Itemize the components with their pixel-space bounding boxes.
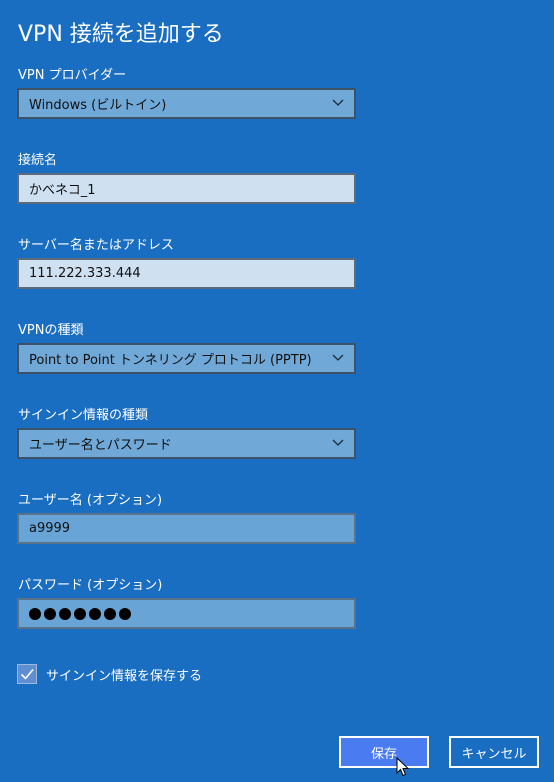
password-input[interactable] bbox=[17, 598, 356, 629]
username-value: a9999 bbox=[29, 521, 71, 536]
vpn-type-label: VPNの種類 bbox=[18, 323, 84, 338]
password-mask-dot bbox=[59, 607, 71, 620]
signin-type-label: サインイン情報の種類 bbox=[18, 408, 149, 423]
vpn-type-value: Point to Point トンネリング プロトコル (PPTP) bbox=[29, 353, 312, 368]
remember-checkbox[interactable] bbox=[17, 664, 37, 684]
connection-name-label: 接続名 bbox=[18, 153, 58, 168]
server-input[interactable]: 111.222.333.444 bbox=[17, 258, 356, 289]
username-label: ユーザー名 (オプション) bbox=[18, 493, 163, 508]
cancel-button[interactable]: キャンセル bbox=[449, 736, 539, 768]
password-mask-dot bbox=[104, 607, 116, 620]
password-dots bbox=[29, 606, 134, 621]
password-label: パスワード (オプション) bbox=[18, 578, 163, 593]
save-button[interactable]: 保存 bbox=[339, 736, 429, 768]
vpn-type-select[interactable]: Point to Point トンネリング プロトコル (PPTP) bbox=[17, 343, 356, 374]
server-value: 111.222.333.444 bbox=[29, 266, 141, 281]
password-mask-dot bbox=[29, 607, 41, 620]
connection-name-input[interactable]: かべネコ_1 bbox=[17, 173, 356, 204]
connection-name-value: かべネコ_1 bbox=[29, 183, 96, 198]
provider-value: Windows (ビルトイン) bbox=[29, 98, 167, 113]
password-mask-dot bbox=[119, 607, 131, 620]
provider-label: VPN プロバイダー bbox=[18, 68, 127, 83]
password-mask-dot bbox=[89, 607, 101, 620]
server-label: サーバー名またはアドレス bbox=[18, 238, 174, 253]
password-mask-dot bbox=[44, 607, 56, 620]
username-input[interactable]: a9999 bbox=[17, 513, 356, 544]
remember-label: サインイン情報を保存する bbox=[46, 669, 203, 684]
check-icon bbox=[20, 668, 34, 680]
chevron-down-icon bbox=[332, 439, 344, 446]
dialog-title: VPN 接続を追加する bbox=[18, 22, 224, 47]
signin-type-select[interactable]: ユーザー名とパスワード bbox=[17, 428, 356, 459]
chevron-down-icon bbox=[332, 354, 344, 361]
provider-select[interactable]: Windows (ビルトイン) bbox=[17, 88, 356, 119]
chevron-down-icon bbox=[332, 99, 344, 106]
mouse-pointer-icon bbox=[396, 757, 410, 777]
signin-type-value: ユーザー名とパスワード bbox=[29, 438, 172, 453]
password-mask-dot bbox=[74, 607, 86, 620]
